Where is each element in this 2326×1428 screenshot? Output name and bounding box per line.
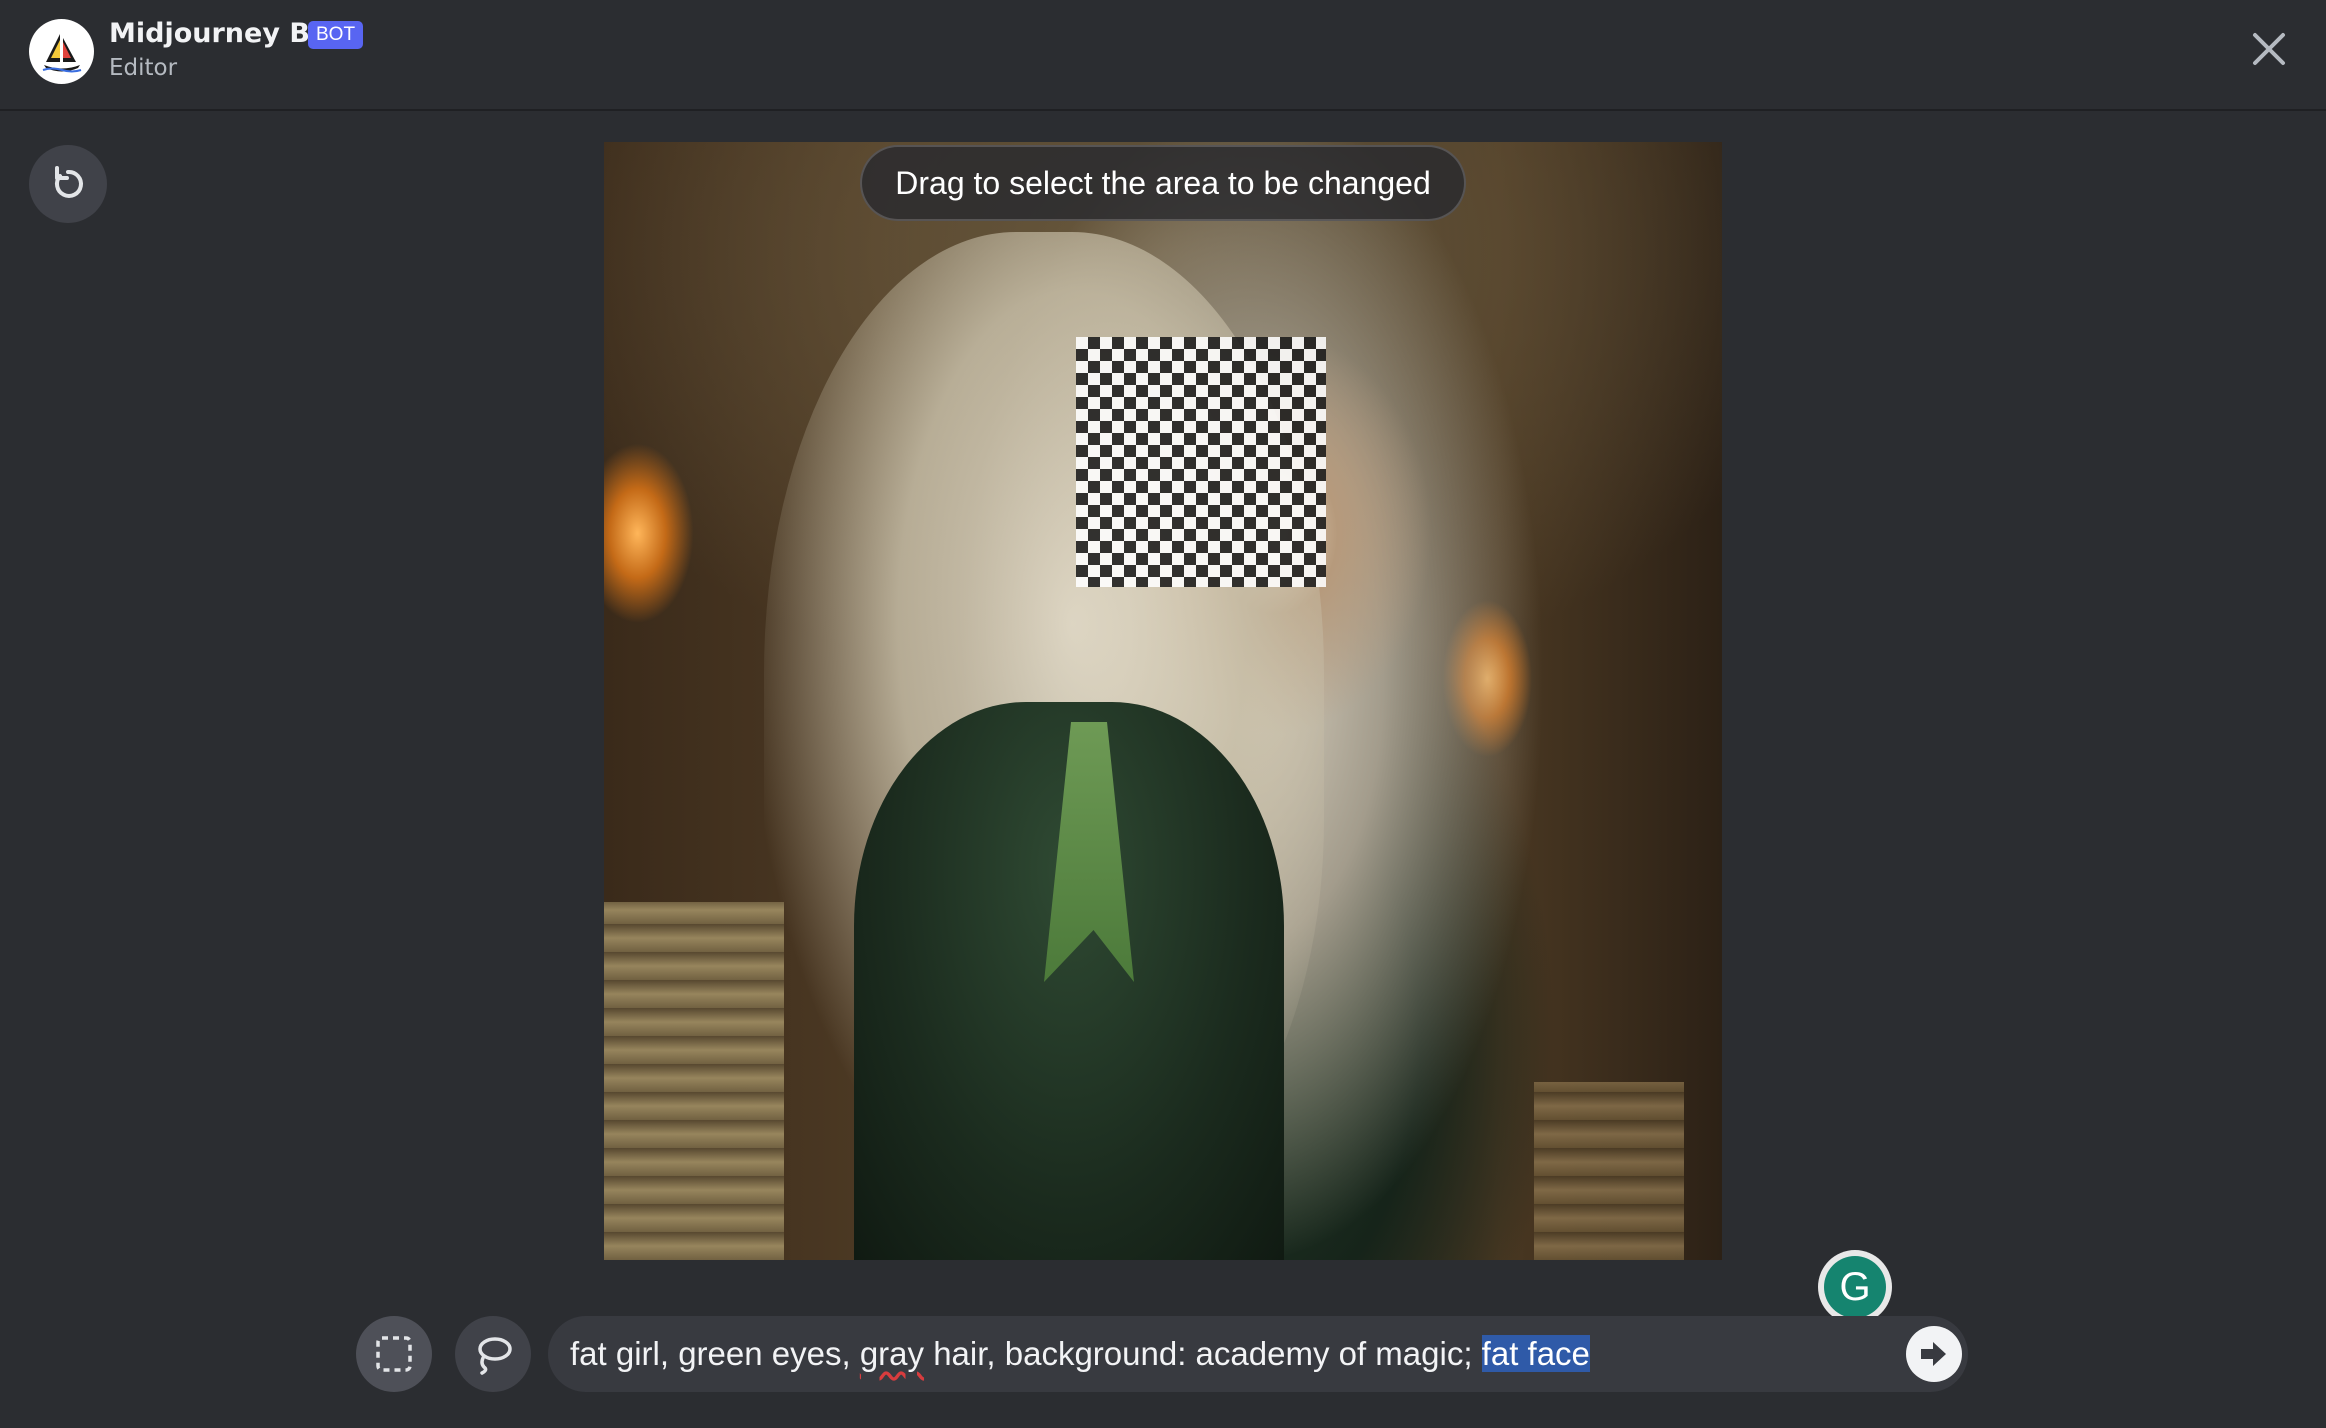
editable-image[interactable] [604,142,1722,1260]
grammarly-icon: G [1824,1256,1886,1318]
prompt-text-start: fat girl, green eyes, [570,1335,860,1372]
lasso-icon [478,1337,512,1375]
editor-header: Midjourney Bot BOT Editor [0,0,2326,111]
reset-button[interactable] [29,145,107,223]
editor-subtitle: Editor [109,55,178,81]
rectangle-select-button[interactable] [356,1316,432,1392]
rectangle-select-icon [376,1336,412,1372]
prompt-text[interactable]: fat girl, green eyes, gray hair, backgro… [570,1316,1590,1392]
selected-text: fat face [1481,1335,1590,1372]
bot-name: Midjourney Bot [109,18,342,49]
submit-button[interactable] [1906,1326,1962,1382]
erased-mask-region[interactable] [1076,337,1326,587]
lasso-select-button[interactable] [455,1316,531,1392]
selection-hint: Drag to select the area to be changed [860,145,1466,221]
misspelled-word[interactable]: gray [860,1335,924,1372]
grammarly-widget[interactable]: G [1818,1250,1892,1324]
midjourney-boat-icon [42,33,81,72]
prompt-input[interactable]: fat girl, green eyes, gray hair, backgro… [548,1316,1968,1392]
close-button[interactable] [2249,29,2289,69]
books-left [604,902,784,1260]
close-icon [2253,33,2285,65]
bot-badge: BOT [308,21,364,49]
send-arrow-icon [1921,1342,1946,1366]
prompt-text-middle: hair, background: academy of magic; [924,1335,1482,1372]
bot-avatar [29,19,94,84]
books-right [1534,1082,1684,1260]
reset-icon [54,166,83,198]
